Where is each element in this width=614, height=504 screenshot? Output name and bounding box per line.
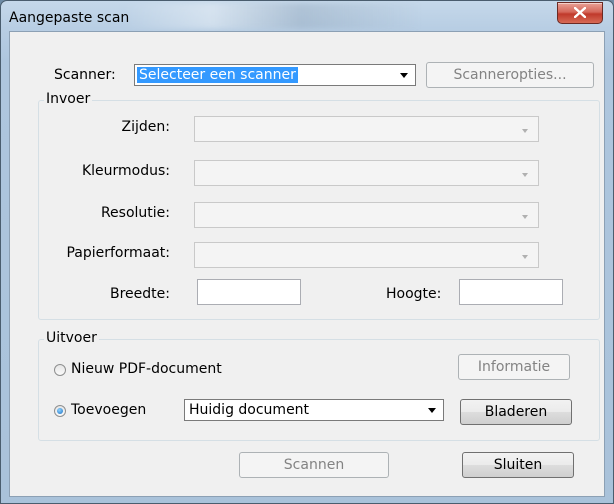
append-radio[interactable] — [54, 405, 66, 417]
close-button[interactable]: Sluiten — [462, 452, 574, 478]
paper-size-label: Papierformaat: — [66, 245, 170, 261]
chevron-down-icon — [400, 73, 408, 78]
width-input[interactable] — [197, 279, 301, 305]
scanner-label: Scanner: — [54, 67, 116, 83]
chevron-down-icon — [522, 215, 528, 219]
chevron-down-icon — [428, 408, 436, 413]
window-title: Aangepaste scan — [9, 10, 130, 26]
input-group-legend: Invoer — [44, 91, 93, 107]
info-button[interactable]: Informatie — [458, 354, 570, 380]
color-mode-label: Kleurmodus: — [81, 163, 170, 179]
dialog-window: Aangepaste scan Scanner: Selecteer een s… — [0, 0, 614, 504]
new-pdf-radio[interactable] — [54, 364, 66, 376]
new-pdf-label[interactable]: Nieuw PDF-document — [71, 361, 222, 377]
dialog-client-area: Scanner: Selecteer een scanner Scannerop… — [9, 31, 605, 497]
width-label: Breedte: — [110, 286, 170, 302]
append-target-select[interactable]: Huidig document — [184, 399, 444, 421]
chevron-down-icon — [522, 129, 528, 133]
chevron-down-icon — [522, 255, 528, 259]
append-target-value: Huidig document — [189, 402, 310, 418]
sides-select[interactable] — [194, 116, 539, 142]
close-icon — [574, 7, 586, 18]
resolution-label: Resolutie: — [100, 205, 170, 221]
chevron-down-icon — [522, 173, 528, 177]
color-mode-select[interactable] — [194, 160, 539, 186]
scanner-options-button[interactable]: Scanneropties... — [426, 62, 594, 88]
scanner-select-value: Selecteer een scanner — [137, 67, 298, 83]
close-window-button[interactable] — [557, 2, 603, 24]
paper-size-select[interactable] — [194, 242, 539, 268]
scanner-select[interactable]: Selecteer een scanner — [134, 64, 416, 86]
scan-button[interactable]: Scannen — [239, 452, 389, 478]
browse-button[interactable]: Bladeren — [460, 399, 572, 425]
height-input[interactable] — [459, 279, 563, 305]
resolution-select[interactable] — [194, 202, 539, 228]
output-group-legend: Uitvoer — [44, 330, 99, 346]
height-label: Hoogte: — [386, 286, 442, 302]
sides-label: Zijden: — [121, 119, 170, 135]
append-label[interactable]: Toevoegen — [71, 402, 146, 418]
